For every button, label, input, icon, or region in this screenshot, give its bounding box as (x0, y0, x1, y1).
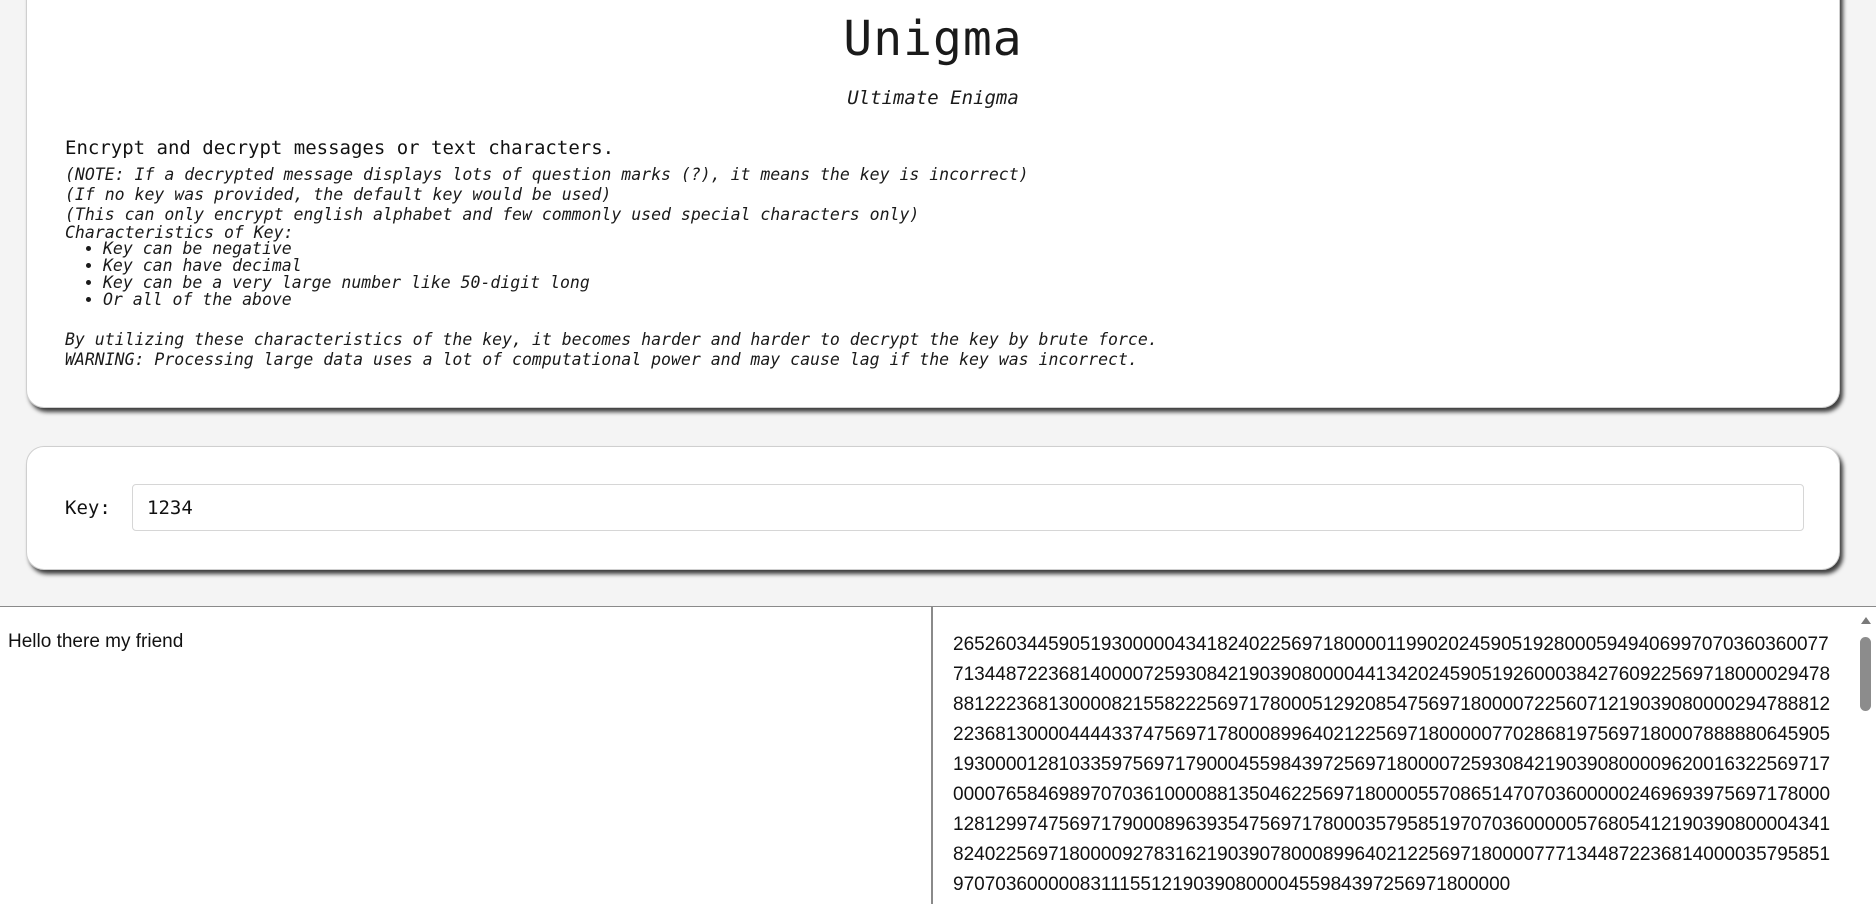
key-input[interactable] (132, 484, 1804, 531)
notes-block: (NOTE: If a decrypted message displays l… (65, 165, 1158, 370)
io-area: Hello there my friend 265260344590519300… (0, 606, 1876, 904)
note-line: (This can only encrypt english alphabet … (65, 205, 920, 224)
characteristic-item: Or all of the above (103, 291, 1158, 308)
characteristics-heading: Characteristics of Key: (65, 223, 294, 242)
scroll-up-arrow-icon[interactable] (1861, 617, 1871, 624)
characteristic-item: Key can have decimal (103, 257, 1158, 274)
characteristic-item: Key can be a very large number like 50-d… (103, 274, 1158, 291)
footer-note: By utilizing these characteristics of th… (65, 330, 1158, 349)
note-line: (If no key was provided, the default key… (65, 185, 612, 204)
warning-note: WARNING: Processing large data uses a lo… (65, 350, 1138, 369)
plaintext-input[interactable]: Hello there my friend (0, 607, 933, 904)
characteristics-list: Key can be negative Key can have decimal… (65, 240, 1158, 308)
info-card: Unigma Ultimate Enigma Encrypt and decry… (26, 0, 1840, 408)
description-text: Encrypt and decrypt messages or text cha… (65, 137, 615, 159)
scroll-thumb[interactable] (1860, 637, 1871, 711)
page-title: Unigma (843, 11, 1023, 67)
key-card: Key: (26, 446, 1840, 570)
page-subtitle: Ultimate Enigma (847, 87, 1019, 109)
characteristic-item: Key can be negative (103, 240, 1158, 257)
ciphertext-scrollbar[interactable] (1856, 607, 1876, 904)
key-label: Key: (65, 497, 111, 519)
note-line: (NOTE: If a decrypted message displays l… (65, 165, 1029, 184)
ciphertext-output[interactable]: 2652603445905193000004341824022569718000… (935, 607, 1855, 904)
